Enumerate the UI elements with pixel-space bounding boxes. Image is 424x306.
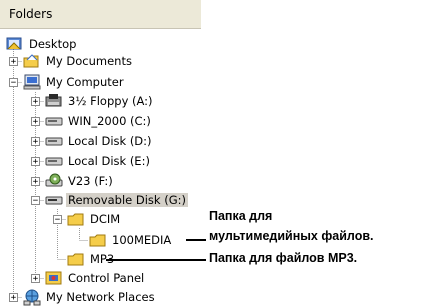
folder-icon <box>23 54 39 68</box>
tree-item-network[interactable]: My Network Places <box>22 288 197 306</box>
tree-item-my-computer[interactable]: My Computer <box>22 73 192 91</box>
tree-label-desktop: Desktop <box>29 37 77 51</box>
expand-local-e[interactable]: + <box>31 157 40 167</box>
folder-icon <box>67 253 84 266</box>
tree-item-100media[interactable]: 100MEDIA <box>88 231 188 249</box>
folder-icon <box>67 213 84 226</box>
folder-icon <box>89 234 106 247</box>
expand-my-documents[interactable]: + <box>9 57 18 67</box>
tree-item-control-panel[interactable]: Control Panel <box>44 269 184 287</box>
pointer-line-multimedia <box>186 239 206 241</box>
annotation-mp3: Папка для файлов MP3. <box>209 251 358 265</box>
collapse-my-computer[interactable]: − <box>9 78 18 88</box>
tree-label-100media: 100MEDIA <box>112 233 172 247</box>
desktop-icon <box>6 37 22 50</box>
tree-label-local-e: Local Disk (E:) <box>68 154 150 168</box>
tree-item-dcim[interactable]: DCIM <box>66 210 166 228</box>
tree-label-local-d: Local Disk (D:) <box>68 134 152 148</box>
computer-icon <box>23 74 41 90</box>
annotation-multimedia-line2: мультимедийных файлов. <box>209 229 374 243</box>
expand-local-d[interactable]: + <box>31 137 40 147</box>
tree-label-dcim: DCIM <box>90 212 121 226</box>
drive-icon <box>45 157 63 166</box>
removable-drive-icon <box>45 196 63 205</box>
network-icon <box>23 289 41 306</box>
expand-floppy[interactable]: + <box>31 97 40 107</box>
expand-control-panel[interactable]: + <box>31 274 40 284</box>
tree-item-local-e[interactable]: Local Disk (E:) <box>44 152 194 170</box>
tree-label-win2000: WIN_2000 (C:) <box>68 114 151 128</box>
tree-label-my-computer: My Computer <box>46 75 124 89</box>
collapse-removable[interactable]: − <box>31 196 40 206</box>
tree-label-network: My Network Places <box>46 290 155 304</box>
tree-item-floppy[interactable]: 3½ Floppy (A:) <box>44 92 194 110</box>
cdrom-icon <box>45 173 63 187</box>
tree-item-win2000[interactable]: WIN_2000 (C:) <box>44 112 194 130</box>
tree-label-removable-disk: Removable Disk (G:) <box>66 193 188 207</box>
tree-label-control-panel: Control Panel <box>68 271 145 285</box>
collapse-dcim[interactable]: − <box>53 215 62 225</box>
tree-item-desktop[interactable]: Desktop <box>5 35 185 53</box>
tree-item-my-documents[interactable]: My Documents <box>22 52 192 70</box>
tree-label-v23: V23 (F:) <box>68 174 113 188</box>
expand-v23[interactable]: + <box>31 177 40 187</box>
tree-label-floppy: 3½ Floppy (A:) <box>68 94 153 108</box>
expand-win2000[interactable]: + <box>31 117 40 127</box>
drive-icon <box>45 137 63 146</box>
drive-icon <box>45 117 63 126</box>
tree-item-v23[interactable]: V23 (F:) <box>44 172 194 190</box>
pointer-line-mp3 <box>106 259 206 261</box>
tree-label-my-documents: My Documents <box>46 54 132 68</box>
tree-item-removable-disk[interactable]: Removable Disk (G:) <box>44 191 199 209</box>
tree-item-local-d[interactable]: Local Disk (D:) <box>44 132 194 150</box>
expand-network[interactable]: + <box>9 293 18 303</box>
control-panel-icon <box>45 271 62 285</box>
floppy-icon <box>45 94 62 107</box>
annotation-multimedia-line1: Папка для <box>209 209 273 223</box>
